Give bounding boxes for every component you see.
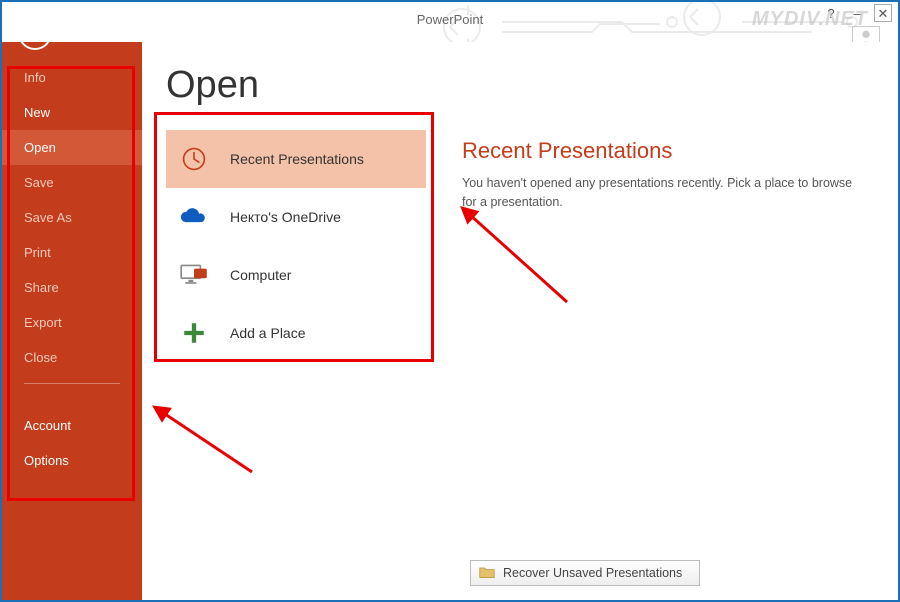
recover-unsaved-button[interactable]: Recover Unsaved Presentations (470, 560, 700, 586)
folder-icon (479, 565, 495, 582)
sidebar-item-close[interactable]: Close (2, 340, 142, 375)
detail-message: You haven't opened any presentations rec… (462, 174, 862, 212)
circuit-decoration-icon (142, 2, 898, 42)
title-bar: PowerPoint ? – ✕ (2, 2, 898, 42)
backstage-sidebar: Info New Open Save Save As Print Share E… (2, 2, 142, 600)
place-label: Computer (230, 267, 291, 283)
sidebar-item-share[interactable]: Share (2, 270, 142, 305)
onedrive-icon (174, 197, 214, 237)
close-button[interactable]: ✕ (874, 4, 892, 22)
window-controls: ? – ✕ (822, 4, 892, 22)
page-heading: Open (166, 64, 259, 107)
place-add[interactable]: Add a Place (166, 304, 426, 362)
place-label: Add a Place (230, 325, 306, 341)
place-computer[interactable]: Computer (166, 246, 426, 304)
sidebar-separator (24, 383, 120, 384)
place-label: Некто's OneDrive (230, 209, 341, 225)
detail-heading: Recent Presentations (462, 138, 886, 164)
sidebar-item-save-as[interactable]: Save As (2, 200, 142, 235)
places-list: Recent Presentations Некто's OneDrive Co… (166, 130, 426, 362)
account-avatar[interactable] (852, 26, 880, 42)
sidebar-item-options[interactable]: Options (2, 443, 142, 478)
detail-panel: Recent Presentations You haven't opened … (462, 138, 886, 212)
sidebar-item-info[interactable]: Info (2, 60, 142, 95)
place-label: Recent Presentations (230, 151, 364, 167)
add-place-icon (174, 313, 214, 353)
clock-icon (174, 139, 214, 179)
place-onedrive[interactable]: Некто's OneDrive (166, 188, 426, 246)
sidebar-item-print[interactable]: Print (2, 235, 142, 270)
sidebar-item-new[interactable]: New (2, 95, 142, 130)
sidebar-item-account[interactable]: Account (2, 408, 142, 443)
computer-icon (174, 255, 214, 295)
sidebar-item-save[interactable]: Save (2, 165, 142, 200)
sidebar-item-export[interactable]: Export (2, 305, 142, 340)
sidebar-item-open[interactable]: Open (2, 130, 142, 165)
recover-label: Recover Unsaved Presentations (503, 566, 682, 580)
help-button[interactable]: ? (822, 4, 840, 22)
app-window: Info New Open Save Save As Print Share E… (0, 0, 900, 602)
sidebar-nav: Info New Open Save Save As Print Share E… (2, 60, 142, 478)
main-panel: Open Recent Presentations Некто's OneDri… (142, 42, 898, 600)
place-recent[interactable]: Recent Presentations (166, 130, 426, 188)
window-title: PowerPoint (417, 12, 483, 27)
minimize-button[interactable]: – (848, 4, 866, 22)
